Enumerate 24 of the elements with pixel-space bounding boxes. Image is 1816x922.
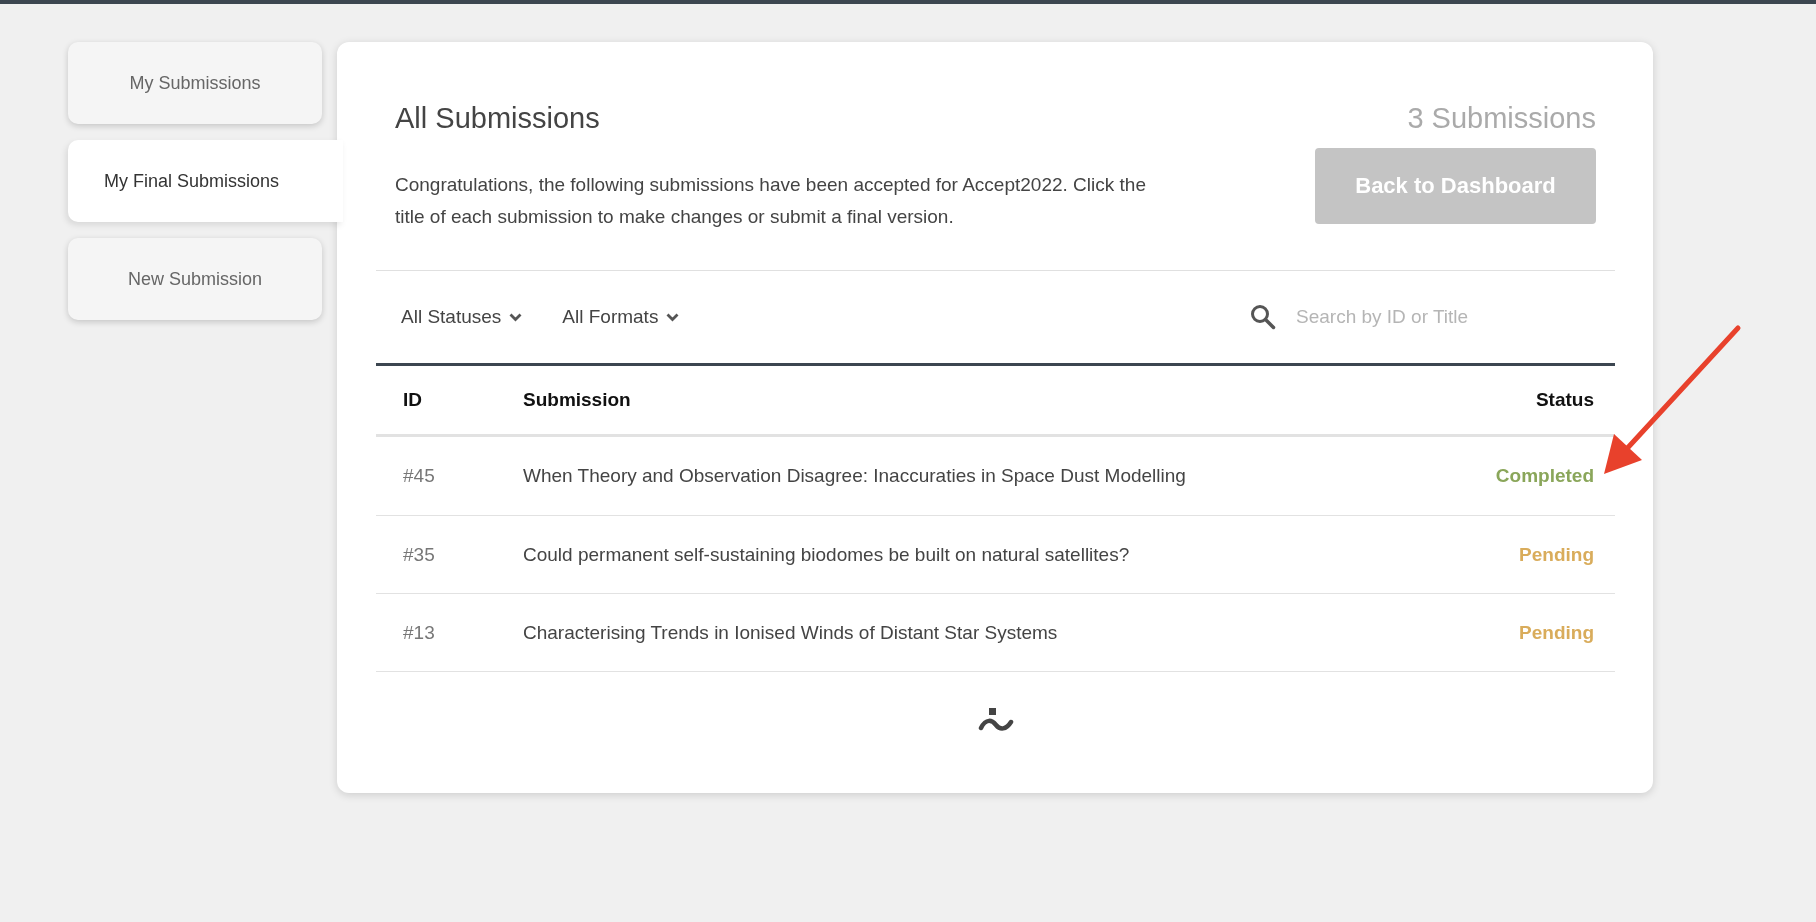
chevron-down-icon bbox=[509, 312, 523, 322]
submission-link[interactable]: When Theory and Observation Disagree: Inaccuraties in Space Dust Modelling bbox=[523, 465, 1186, 487]
table-cell: #45 bbox=[403, 465, 435, 487]
chevron-down-icon bbox=[666, 312, 680, 322]
column-header: ID bbox=[403, 389, 422, 411]
submission-link[interactable]: Could permanent self-sustaining biodomes be built on natural satellites? bbox=[523, 543, 1130, 566]
sidebar-tab[interactable]: My Submissions bbox=[68, 42, 322, 124]
status-label: Pending bbox=[1519, 543, 1594, 566]
submission-link[interactable]: Characterising Trends in Ionised Winds of Distant Star Systems bbox=[523, 621, 1058, 644]
column-header: Submission bbox=[523, 389, 631, 411]
logo-icon bbox=[977, 706, 1014, 734]
table-cell: #13 bbox=[403, 621, 435, 644]
search-icon bbox=[1250, 304, 1276, 330]
sidebar-tab[interactable]: New Submission bbox=[68, 238, 322, 320]
status-label: Completed bbox=[1495, 465, 1594, 487]
description-text: Congratulations, the following submissions have been accepted for Accept2022. Click the title of each submission to make changes or submit a final version. bbox=[395, 173, 1147, 229]
filter-dropdown[interactable]: All Statuses bbox=[401, 306, 523, 328]
panel-title: All Submissions bbox=[395, 102, 600, 135]
sidebar-tab[interactable]: My Final Submissions bbox=[68, 140, 343, 222]
filter-dropdown[interactable]: All Formats bbox=[562, 306, 680, 328]
status-label: Pending bbox=[1519, 621, 1594, 644]
table-cell: #35 bbox=[403, 543, 435, 566]
column-header: Status bbox=[1535, 389, 1594, 411]
submission-count: 3 Submissions bbox=[1407, 102, 1596, 135]
